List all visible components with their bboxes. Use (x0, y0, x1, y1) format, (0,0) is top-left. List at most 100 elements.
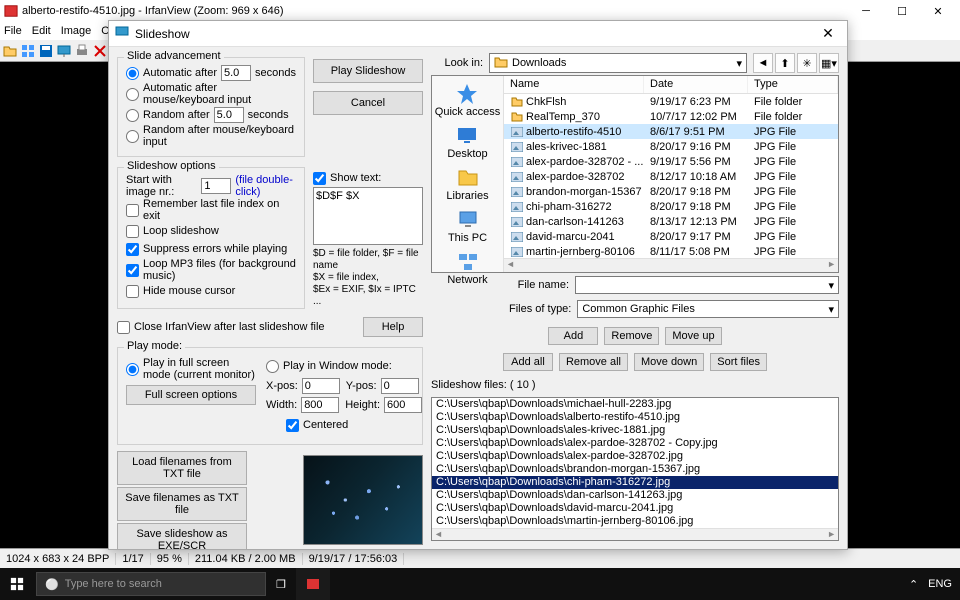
up-button[interactable]: ⬆ (775, 53, 795, 73)
slideshow-file-row[interactable]: C:\Users\qbap\Downloads\michael-hull-228… (432, 398, 838, 411)
save-icon[interactable] (38, 43, 54, 59)
width-input[interactable] (301, 397, 339, 413)
load-txt-button[interactable]: Load filenames from TXT file (117, 451, 247, 485)
window-mode-radio[interactable] (266, 360, 279, 373)
taskview-button[interactable]: ❐ (266, 568, 296, 600)
loop-mp3-check[interactable] (126, 264, 139, 277)
taskbar-search[interactable]: ⚪ Type here to search (36, 572, 266, 596)
random-after-seconds[interactable] (214, 107, 244, 123)
view-button[interactable]: ▦▾ (819, 53, 839, 73)
cancel-button[interactable]: Cancel (313, 91, 423, 115)
dialog-icon (115, 25, 129, 42)
chevron-down-icon: ▾ (828, 303, 834, 316)
filename-label: File name: (509, 279, 569, 291)
slideshow-file-row[interactable]: C:\Users\qbap\Downloads\brandon-morgan-1… (432, 463, 838, 476)
help-button[interactable]: Help (363, 317, 423, 337)
movedown-button[interactable]: Move down (634, 353, 704, 371)
slideshow-files-hscroll[interactable] (432, 528, 838, 540)
xpos-input[interactable] (302, 378, 340, 394)
file-row[interactable]: dan-carlson-1412638/13/17 12:13 PMJPG Fi… (504, 214, 838, 229)
addall-button[interactable]: Add all (503, 353, 553, 371)
file-list-headers[interactable]: Name Date Type (504, 76, 838, 94)
file-row[interactable]: alex-pardoe-328702 - ...9/19/17 5:56 PMJ… (504, 154, 838, 169)
sortfiles-button[interactable]: Sort files (710, 353, 767, 371)
lookin-combo[interactable]: Downloads ▾ (489, 53, 747, 73)
loop-slideshow-check[interactable] (126, 225, 139, 238)
minimize-button[interactable]: ─ (848, 0, 884, 22)
start-image-nr[interactable] (201, 178, 231, 194)
tray-lang[interactable]: ENG (928, 578, 952, 590)
auto-after-seconds[interactable] (221, 65, 251, 81)
start-button[interactable] (0, 568, 34, 600)
auto-after-radio[interactable] (126, 67, 139, 80)
file-list[interactable]: ChkFlsh9/19/17 6:23 PMFile folderRealTem… (504, 94, 838, 258)
centered-check[interactable] (286, 419, 299, 432)
preview-image (303, 455, 423, 545)
file-row[interactable]: david-marcu-20418/20/17 9:17 PMJPG File (504, 229, 838, 244)
file-row[interactable]: alex-pardoe-3287028/12/17 10:18 AMJPG Fi… (504, 169, 838, 184)
slideshow-file-row[interactable]: C:\Users\qbap\Downloads\dan-carlson-1412… (432, 489, 838, 502)
menu-image[interactable]: Image (61, 25, 92, 37)
moveup-button[interactable]: Move up (665, 327, 721, 345)
close-button[interactable]: ✕ (920, 0, 956, 22)
tray-chevron-icon[interactable]: ⌃ (909, 578, 918, 591)
slideshow-file-row[interactable]: C:\Users\qbap\Downloads\alex-pardoe-3287… (432, 450, 838, 463)
random-after-input-radio[interactable] (126, 130, 139, 143)
random-after-radio[interactable] (126, 109, 139, 122)
file-row[interactable]: RealTemp_37010/7/17 12:02 PMFile folder (504, 109, 838, 124)
search-placeholder: Type here to search (65, 578, 162, 590)
add-button[interactable]: Add (548, 327, 598, 345)
place-desktop[interactable]: Desktop (445, 122, 489, 162)
file-row[interactable]: ales-krivec-18818/20/17 9:16 PMJPG File (504, 139, 838, 154)
slideshow-file-row[interactable]: C:\Users\qbap\Downloads\ales-krivec-1881… (432, 424, 838, 437)
place-quick-access[interactable]: Quick access (433, 80, 502, 120)
file-row[interactable]: martin-jernberg-801068/11/17 5:08 PMJPG … (504, 244, 838, 258)
slideshow-files-list[interactable]: C:\Users\qbap\Downloads\michael-hull-228… (431, 397, 839, 541)
file-row[interactable]: chi-pham-3162728/20/17 9:18 PMJPG File (504, 199, 838, 214)
new-folder-button[interactable]: ✳ (797, 53, 817, 73)
show-text-check[interactable] (313, 172, 326, 185)
open-icon[interactable] (2, 43, 18, 59)
dialog-close-button[interactable]: ✕ (815, 22, 841, 46)
place-libraries[interactable]: Libraries (444, 164, 490, 204)
height-input[interactable] (384, 397, 422, 413)
close-after-check[interactable] (117, 321, 130, 334)
taskbar-app-irfanview[interactable] (296, 568, 330, 600)
slideshow-icon[interactable] (56, 43, 72, 59)
file-doubleclick-link[interactable]: (file double-click) (235, 174, 296, 198)
slideshow-file-row[interactable]: C:\Users\qbap\Downloads\alberto-restifo-… (432, 411, 838, 424)
fullscreen-radio[interactable] (126, 363, 139, 376)
dialog-titlebar: Slideshow ✕ (109, 21, 847, 47)
file-row[interactable]: brandon-morgan-153678/20/17 9:18 PMJPG F… (504, 184, 838, 199)
slideshow-file-row[interactable]: C:\Users\qbap\Downloads\alex-pardoe-3287… (432, 437, 838, 450)
hide-cursor-check[interactable] (126, 285, 139, 298)
remove-button[interactable]: Remove (604, 327, 659, 345)
menu-edit[interactable]: Edit (32, 25, 51, 37)
play-slideshow-button[interactable]: Play Slideshow (313, 59, 423, 83)
fullscreen-options-button[interactable]: Full screen options (126, 385, 256, 405)
filename-combo[interactable]: ▾ (575, 276, 839, 294)
file-row[interactable]: alberto-restifo-45108/6/17 9:51 PMJPG Fi… (504, 124, 838, 139)
slideshow-file-row[interactable]: C:\Users\qbap\Downloads\david-marcu-2041… (432, 502, 838, 515)
slideshow-file-row[interactable]: C:\Users\qbap\Downloads\martin-jernberg-… (432, 515, 838, 528)
show-text-input[interactable] (313, 187, 423, 245)
maximize-button[interactable]: ☐ (884, 0, 920, 22)
place-this-pc[interactable]: This PC (446, 206, 489, 246)
suppress-errors-check[interactable] (126, 243, 139, 256)
ypos-input[interactable] (381, 378, 419, 394)
save-txt-button[interactable]: Save filenames as TXT file (117, 487, 247, 521)
save-exe-button[interactable]: Save slideshow as EXE/SCR (117, 523, 247, 549)
removeall-button[interactable]: Remove all (559, 353, 628, 371)
print-icon[interactable] (74, 43, 90, 59)
menu-file[interactable]: File (4, 25, 22, 37)
filetype-combo[interactable]: Common Graphic Files▾ (577, 300, 839, 318)
file-list-hscroll[interactable] (504, 258, 838, 272)
auto-after-input-radio[interactable] (126, 88, 139, 101)
thumbnails-icon[interactable] (20, 43, 36, 59)
chevron-down-icon: ▾ (736, 57, 742, 70)
remember-index-check[interactable] (126, 204, 139, 217)
back-button[interactable]: ◄ (753, 53, 773, 73)
delete-icon[interactable] (92, 43, 108, 59)
slideshow-file-row[interactable]: C:\Users\qbap\Downloads\chi-pham-316272.… (432, 476, 838, 489)
file-row[interactable]: ChkFlsh9/19/17 6:23 PMFile folder (504, 94, 838, 109)
